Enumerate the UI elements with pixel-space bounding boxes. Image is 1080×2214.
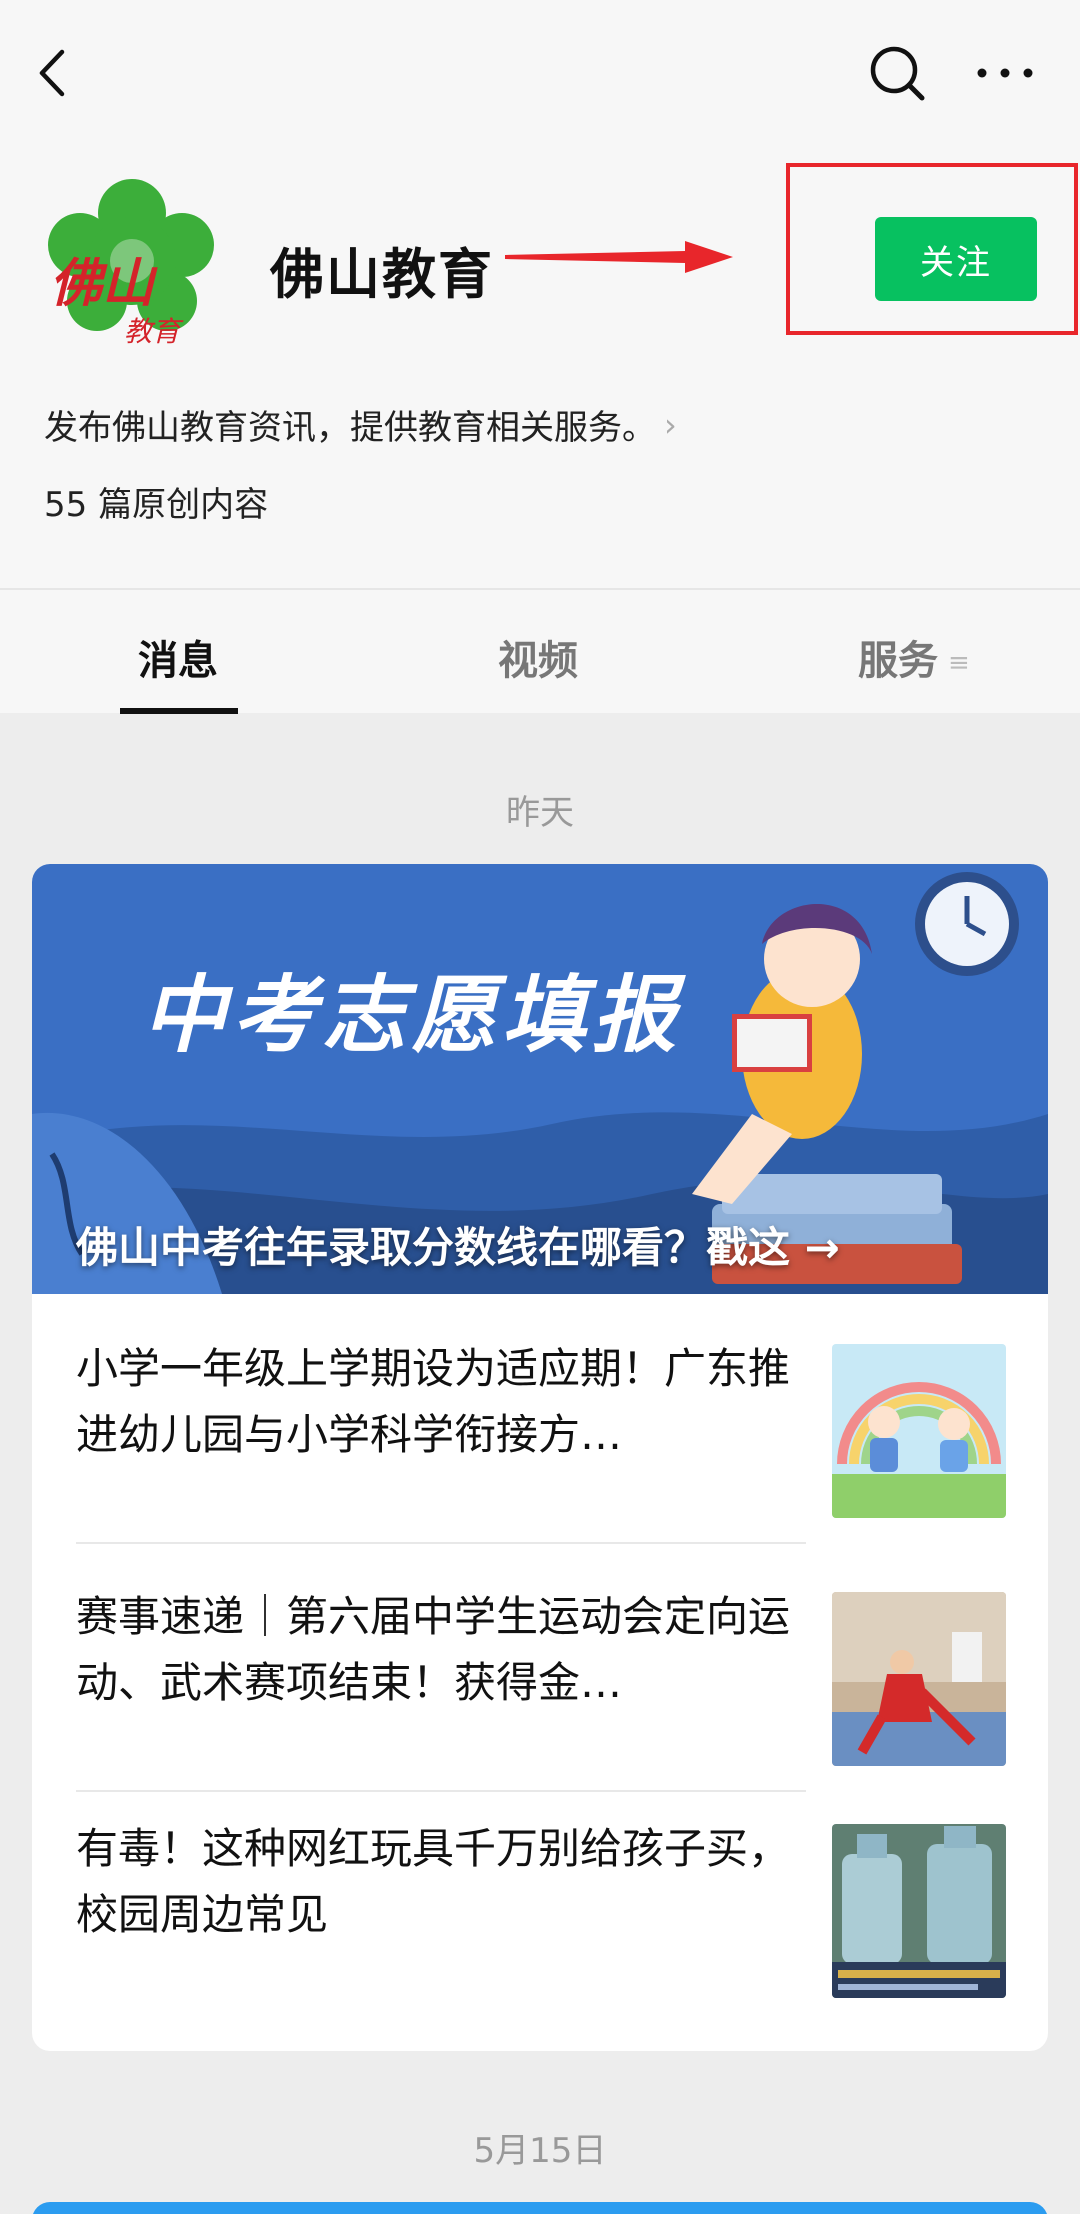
more-button[interactable] <box>970 38 1040 108</box>
tab-bar: 消息 视频 服务 ≡ <box>0 588 1080 714</box>
follow-button[interactable]: 关注 <box>875 217 1037 301</box>
article-item[interactable]: 有毒！这种网红玩具千万别给孩子买，校园周边常见 <box>32 1774 1048 2014</box>
article-item[interactable]: 小学一年级上学期设为适应期！广东推进幼儿园与小学科学衔接方… <box>32 1294 1048 1534</box>
banner-heading: 中考志愿填报 <box>142 966 686 1064</box>
tab-messages[interactable]: 消息 <box>138 628 218 686</box>
tab-videos[interactable]: 视频 <box>498 628 578 686</box>
top-bar <box>0 0 1080 145</box>
article-title: 有毒！这种网红玩具千万别给孩子买，校园周边常见 <box>76 1824 791 1939</box>
tab-services-label: 服务 <box>858 638 938 684</box>
account-description[interactable]: 发布佛山教育资讯，提供教育相关服务。 › <box>44 400 677 449</box>
next-message-card[interactable] <box>32 2202 1048 2214</box>
message-card: 中考志愿填报 佛山中考往年录取分数线在哪看？戳这 → 小学一年级上学期设为适应期… <box>32 864 1048 2051</box>
account-logo: 佛山 教育 <box>42 173 222 353</box>
account-name: 佛山教育 <box>270 243 494 306</box>
article-title: 赛事速递｜第六届中学生运动会定向运动、武术赛项结束！获得金… <box>76 1592 791 1707</box>
back-button[interactable] <box>30 38 90 108</box>
menu-icon: ≡ <box>948 648 970 678</box>
more-icon <box>977 68 1033 78</box>
account-header: 佛山 教育 佛山教育 关注 发布佛山教育资讯，提供教育相关服务。 › 55 篇原… <box>0 145 1080 588</box>
date-separator: 5月15日 <box>473 2131 607 2171</box>
back-icon <box>39 49 65 97</box>
banner-article[interactable]: 中考志愿填报 佛山中考往年录取分数线在哪看？戳这 → <box>32 864 1048 1294</box>
article-thumbnail <box>832 1824 1006 1998</box>
article-title: 小学一年级上学期设为适应期！广东推进幼儿园与小学科学衔接方… <box>76 1344 791 1459</box>
active-tab-indicator <box>120 708 238 714</box>
article-thumbnail <box>832 1344 1006 1518</box>
description-text: 发布佛山教育资讯，提供教育相关服务。 <box>44 408 656 448</box>
banner-caption: 佛山中考往年录取分数线在哪看？戳这 → <box>76 1223 840 1272</box>
article-item[interactable]: 赛事速递｜第六届中学生运动会定向运动、武术赛项结束！获得金… <box>32 1542 1048 1782</box>
tab-services[interactable]: 服务 ≡ <box>858 628 970 686</box>
chevron-right-icon: › <box>664 405 677 444</box>
banner-heading-art: 中考志愿填报 <box>142 966 686 1064</box>
svg-text:佛山: 佛山 <box>50 253 158 314</box>
article-thumbnail <box>832 1592 1006 1766</box>
original-content-count: 55 篇原创内容 <box>44 485 269 525</box>
svg-text:教育: 教育 <box>124 315 184 348</box>
search-icon <box>870 46 925 101</box>
date-separator: 昨天 <box>506 793 574 833</box>
search-button[interactable] <box>862 38 932 108</box>
annotation-arrow <box>505 241 733 273</box>
